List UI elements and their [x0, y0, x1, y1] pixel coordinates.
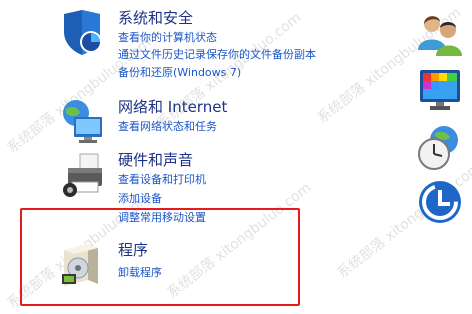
programs-icon	[58, 240, 108, 290]
link-uninstall-program[interactable]: 卸载程序	[118, 263, 418, 282]
category-title-programs[interactable]: 程序	[118, 240, 418, 260]
link-view-network-status[interactable]: 查看网络状态和任务	[118, 117, 418, 136]
ease-of-access-icon[interactable]	[416, 178, 464, 226]
link-devices-printers[interactable]: 查看设备和打印机	[118, 170, 418, 189]
clock-region-icon[interactable]	[416, 124, 464, 172]
user-accounts-icon[interactable]	[416, 10, 464, 58]
network-globe-icon	[58, 97, 108, 147]
category-title-network[interactable]: 网络和 Internet	[118, 97, 418, 117]
link-add-device[interactable]: 添加设备	[118, 189, 418, 208]
category-title-system-security[interactable]: 系统和安全	[118, 8, 418, 28]
link-file-history-backup[interactable]: 通过文件历史记录保存你的文件备份副本	[118, 45, 418, 64]
category-title-hardware[interactable]: 硬件和声音	[118, 150, 418, 170]
link-backup-restore-win7[interactable]: 备份和还原(Windows 7)	[118, 63, 418, 82]
printer-icon	[58, 150, 108, 200]
shield-icon	[58, 8, 108, 58]
appearance-icon[interactable]	[416, 66, 464, 114]
